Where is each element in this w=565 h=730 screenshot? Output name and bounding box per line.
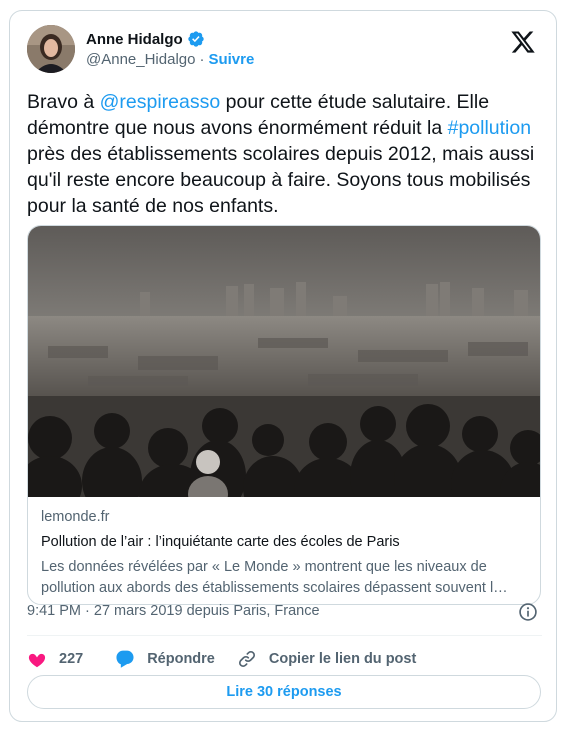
action-bar: 227 Répondre Copier le lien du post <box>27 644 416 674</box>
hashtag-link[interactable]: #pollution <box>448 117 531 139</box>
preview-description-line1: Les données révélées par « Le Monde » mo… <box>41 559 487 575</box>
follow-button[interactable]: Suivre <box>208 51 254 68</box>
link-preview-card[interactable]: lemonde.fr Pollution de l’air : l’inquié… <box>27 225 541 605</box>
preview-description: Les données révélées par « Le Monde » mo… <box>41 557 528 599</box>
separator-dot: · <box>199 51 205 68</box>
preview-domain: lemonde.fr <box>41 509 110 525</box>
verified-badge-icon <box>187 31 204 47</box>
tweet-text-end: près des établissements scolaires depuis… <box>27 143 535 217</box>
author-handle[interactable]: @Anne_Hidalgo <box>86 51 195 68</box>
preview-image <box>28 226 540 497</box>
avatar[interactable] <box>27 25 75 73</box>
info-icon[interactable] <box>518 602 538 622</box>
tweet-text-start: Bravo à <box>27 91 100 113</box>
link-icon <box>238 650 255 668</box>
tweet-text: Bravo à @respireasso pour cette étude sa… <box>27 89 547 219</box>
tweet-header: Anne Hidalgo @Anne_Hidalgo · Suivre <box>27 25 542 75</box>
reply-label: Répondre <box>147 651 215 667</box>
tweet-card: Anne Hidalgo @Anne_Hidalgo · Suivre Brav… <box>9 10 557 722</box>
divider <box>27 635 542 636</box>
reply-button[interactable]: Répondre <box>115 649 215 669</box>
copy-link-button[interactable]: Copier le lien du post <box>237 649 416 669</box>
author-name[interactable]: Anne Hidalgo <box>86 31 183 48</box>
tweet-timestamp[interactable]: 9:41 PM · 27 mars 2019 depuis Paris, Fra… <box>27 603 320 619</box>
read-replies-button[interactable]: Lire 30 réponses <box>27 675 541 709</box>
reply-bubble-icon <box>116 650 134 668</box>
preview-title[interactable]: Pollution de l’air : l’inquiétante carte… <box>41 534 528 550</box>
likes-count: 227 <box>59 651 84 667</box>
avatar-photo <box>27 25 75 73</box>
mention-link[interactable]: @respireasso <box>100 91 221 113</box>
like-button[interactable]: 227 <box>27 649 83 669</box>
copy-link-label: Copier le lien du post <box>268 651 417 667</box>
x-logo-icon[interactable] <box>510 29 536 55</box>
heart-icon <box>28 653 46 668</box>
preview-description-line2: pollution aux abords des établissements … <box>41 580 508 596</box>
preview-meta: lemonde.fr Pollution de l’air : l’inquié… <box>41 509 528 599</box>
